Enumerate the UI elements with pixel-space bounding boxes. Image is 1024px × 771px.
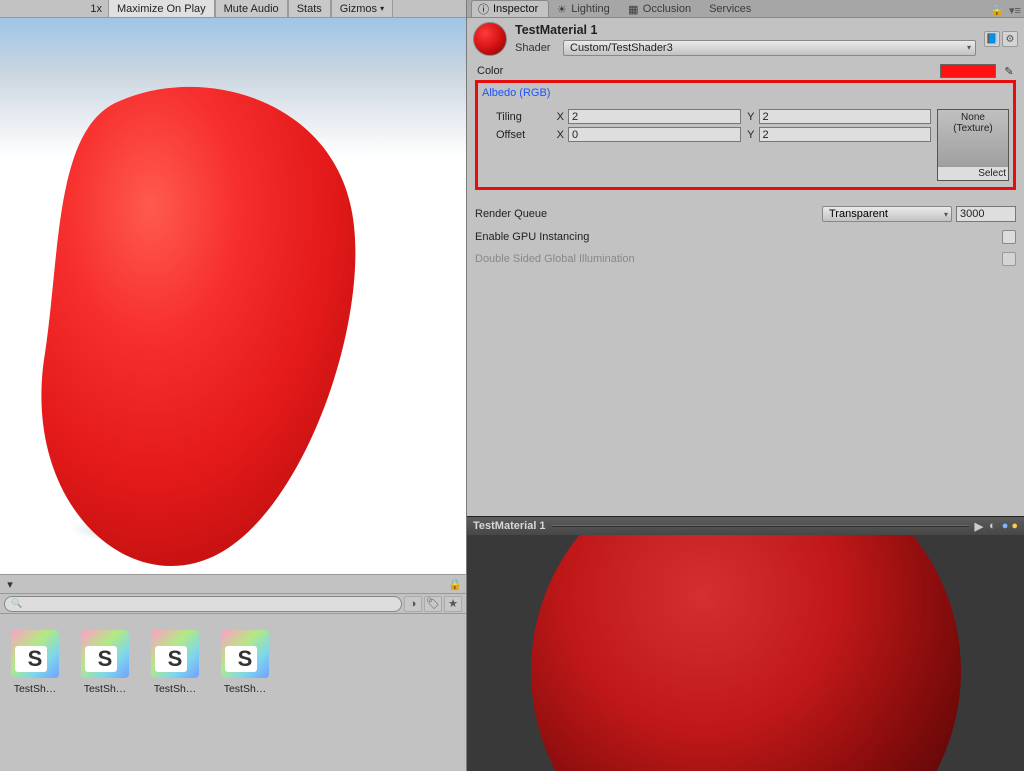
- material-preview-swatch: [473, 22, 507, 56]
- tab-services-label: Services: [709, 3, 751, 15]
- asset-item[interactable]: S TestSh…: [78, 630, 132, 695]
- gizmos-label: Gizmos: [340, 3, 377, 15]
- offset-y-input[interactable]: [759, 127, 932, 142]
- tiling-label: Tiling: [496, 111, 550, 123]
- tab-strip: ⓘ Inspector ☀ Lighting ▦ Occlusion Servi…: [467, 0, 1024, 18]
- dsgi-checkbox: [1002, 252, 1016, 266]
- left-pane: 1x Maximize On Play Mute Audio Stats Giz…: [0, 0, 467, 771]
- inspector-lock-icon[interactable]: 🔒: [988, 4, 1006, 17]
- dropdown-arrow-icon: ▾: [380, 4, 384, 13]
- axis-x-label: X: [554, 111, 564, 123]
- gpu-instancing-checkbox[interactable]: [1002, 230, 1016, 244]
- material-preview-pane: TestMaterial 1 ▶ ◐ ●●: [467, 516, 1024, 771]
- albedo-texture-slot[interactable]: None(Texture) Select: [937, 109, 1009, 181]
- material-name: TestMaterial 1: [515, 23, 976, 37]
- project-assets-grid: S TestSh… S TestSh… S TestSh… S TestSh…: [0, 614, 466, 771]
- maximize-on-play-button[interactable]: Maximize On Play: [108, 0, 215, 17]
- dsgi-label: Double Sided Global Illumination: [475, 253, 998, 265]
- tab-services[interactable]: Services: [702, 0, 762, 17]
- project-search-row: 🔍 ◑ 🏷 ★: [0, 594, 466, 614]
- preview-color-button[interactable]: ●: [1002, 520, 1009, 532]
- preview-shape-button[interactable]: ▶: [975, 520, 983, 533]
- axis-y-label: Y: [745, 111, 755, 123]
- asset-item[interactable]: S TestSh…: [218, 630, 272, 695]
- info-icon: ⓘ: [478, 4, 489, 15]
- search-icon: 🔍: [11, 598, 22, 609]
- cube-icon: ▦: [628, 4, 639, 15]
- preview-title: TestMaterial 1: [473, 520, 546, 532]
- shader-asset-icon: S: [151, 630, 199, 678]
- preview-sphere: [531, 535, 961, 771]
- color-field[interactable]: [940, 64, 996, 78]
- offset-x-input[interactable]: [568, 127, 741, 142]
- zoom-label: 1x: [78, 0, 108, 17]
- shader-dropdown[interactable]: Custom/TestShader3: [563, 40, 976, 56]
- preview-divider: [552, 525, 969, 527]
- axis-y-label: Y: [745, 129, 755, 141]
- preview-light-button[interactable]: ◐: [989, 520, 996, 532]
- texture-none-label: None(Texture): [953, 112, 992, 134]
- asset-label: TestSh…: [78, 683, 132, 695]
- tab-context-menu-icon[interactable]: ▾≡: [1006, 4, 1024, 17]
- inspector-properties: Color ✎ Albedo (RGB) Tiling X Y Offset: [467, 60, 1024, 266]
- sun-icon: ☀: [556, 4, 567, 15]
- render-queue-label: Render Queue: [475, 208, 695, 220]
- scene-view[interactable]: [0, 18, 466, 574]
- asset-label: TestSh…: [148, 683, 202, 695]
- color-label: Color: [477, 65, 934, 77]
- preview-header[interactable]: TestMaterial 1 ▶ ◐ ●●: [467, 517, 1024, 535]
- tab-lighting-label: Lighting: [571, 3, 610, 15]
- offset-label: Offset: [496, 129, 550, 141]
- help-icon[interactable]: 📘: [984, 31, 1000, 47]
- project-toolbar: ▾ 🔒: [0, 574, 466, 594]
- tiling-y-input[interactable]: [759, 109, 932, 124]
- render-queue-value-input[interactable]: [956, 206, 1016, 222]
- inspector-header: TestMaterial 1 Shader Custom/TestShader3…: [467, 18, 1024, 60]
- asset-item[interactable]: S TestSh…: [8, 630, 62, 695]
- mute-audio-button[interactable]: Mute Audio: [215, 0, 288, 17]
- shader-label: Shader: [515, 42, 559, 54]
- gpu-instancing-label: Enable GPU Instancing: [475, 231, 998, 243]
- asset-label: TestSh…: [218, 683, 272, 695]
- tab-occlusion[interactable]: ▦ Occlusion: [621, 0, 702, 17]
- texture-select-button[interactable]: Select: [938, 166, 1008, 180]
- asset-item[interactable]: S TestSh…: [148, 630, 202, 695]
- scene-toolbar: 1x Maximize On Play Mute Audio Stats Giz…: [0, 0, 466, 18]
- tiling-x-input[interactable]: [568, 109, 741, 124]
- shader-asset-icon: S: [11, 630, 59, 678]
- eyedropper-icon[interactable]: ✎: [1002, 64, 1016, 78]
- dropdown-indicator-icon[interactable]: ▾: [4, 578, 16, 591]
- shader-asset-icon: S: [81, 630, 129, 678]
- project-search-input[interactable]: 🔍: [4, 596, 402, 612]
- preview-color2-button[interactable]: ●: [1011, 520, 1018, 532]
- tab-lighting[interactable]: ☀ Lighting: [549, 0, 621, 17]
- asset-label: TestSh…: [8, 683, 62, 695]
- tab-inspector[interactable]: ⓘ Inspector: [471, 0, 549, 17]
- favorite-filter-icon[interactable]: ★: [444, 596, 462, 612]
- lock-icon[interactable]: 🔒: [448, 578, 462, 591]
- filter-by-type-icon[interactable]: ◑: [404, 596, 422, 612]
- albedo-title: Albedo (RGB): [482, 87, 1009, 99]
- scene-mesh: [30, 73, 375, 568]
- gizmos-button[interactable]: Gizmos ▾: [331, 0, 393, 17]
- gear-icon[interactable]: ⚙: [1002, 31, 1018, 47]
- stats-button[interactable]: Stats: [288, 0, 331, 17]
- axis-x-label: X: [554, 129, 564, 141]
- tab-inspector-label: Inspector: [493, 3, 538, 15]
- preview-viewport[interactable]: [467, 535, 1024, 771]
- tab-occlusion-label: Occlusion: [643, 3, 691, 15]
- shader-asset-icon: S: [221, 630, 269, 678]
- render-queue-dropdown[interactable]: Transparent: [822, 206, 952, 222]
- albedo-section: Albedo (RGB) Tiling X Y Offset X Y: [475, 80, 1016, 190]
- filter-by-label-icon[interactable]: 🏷: [424, 596, 442, 612]
- inspector-pane: ⓘ Inspector ☀ Lighting ▦ Occlusion Servi…: [467, 0, 1024, 771]
